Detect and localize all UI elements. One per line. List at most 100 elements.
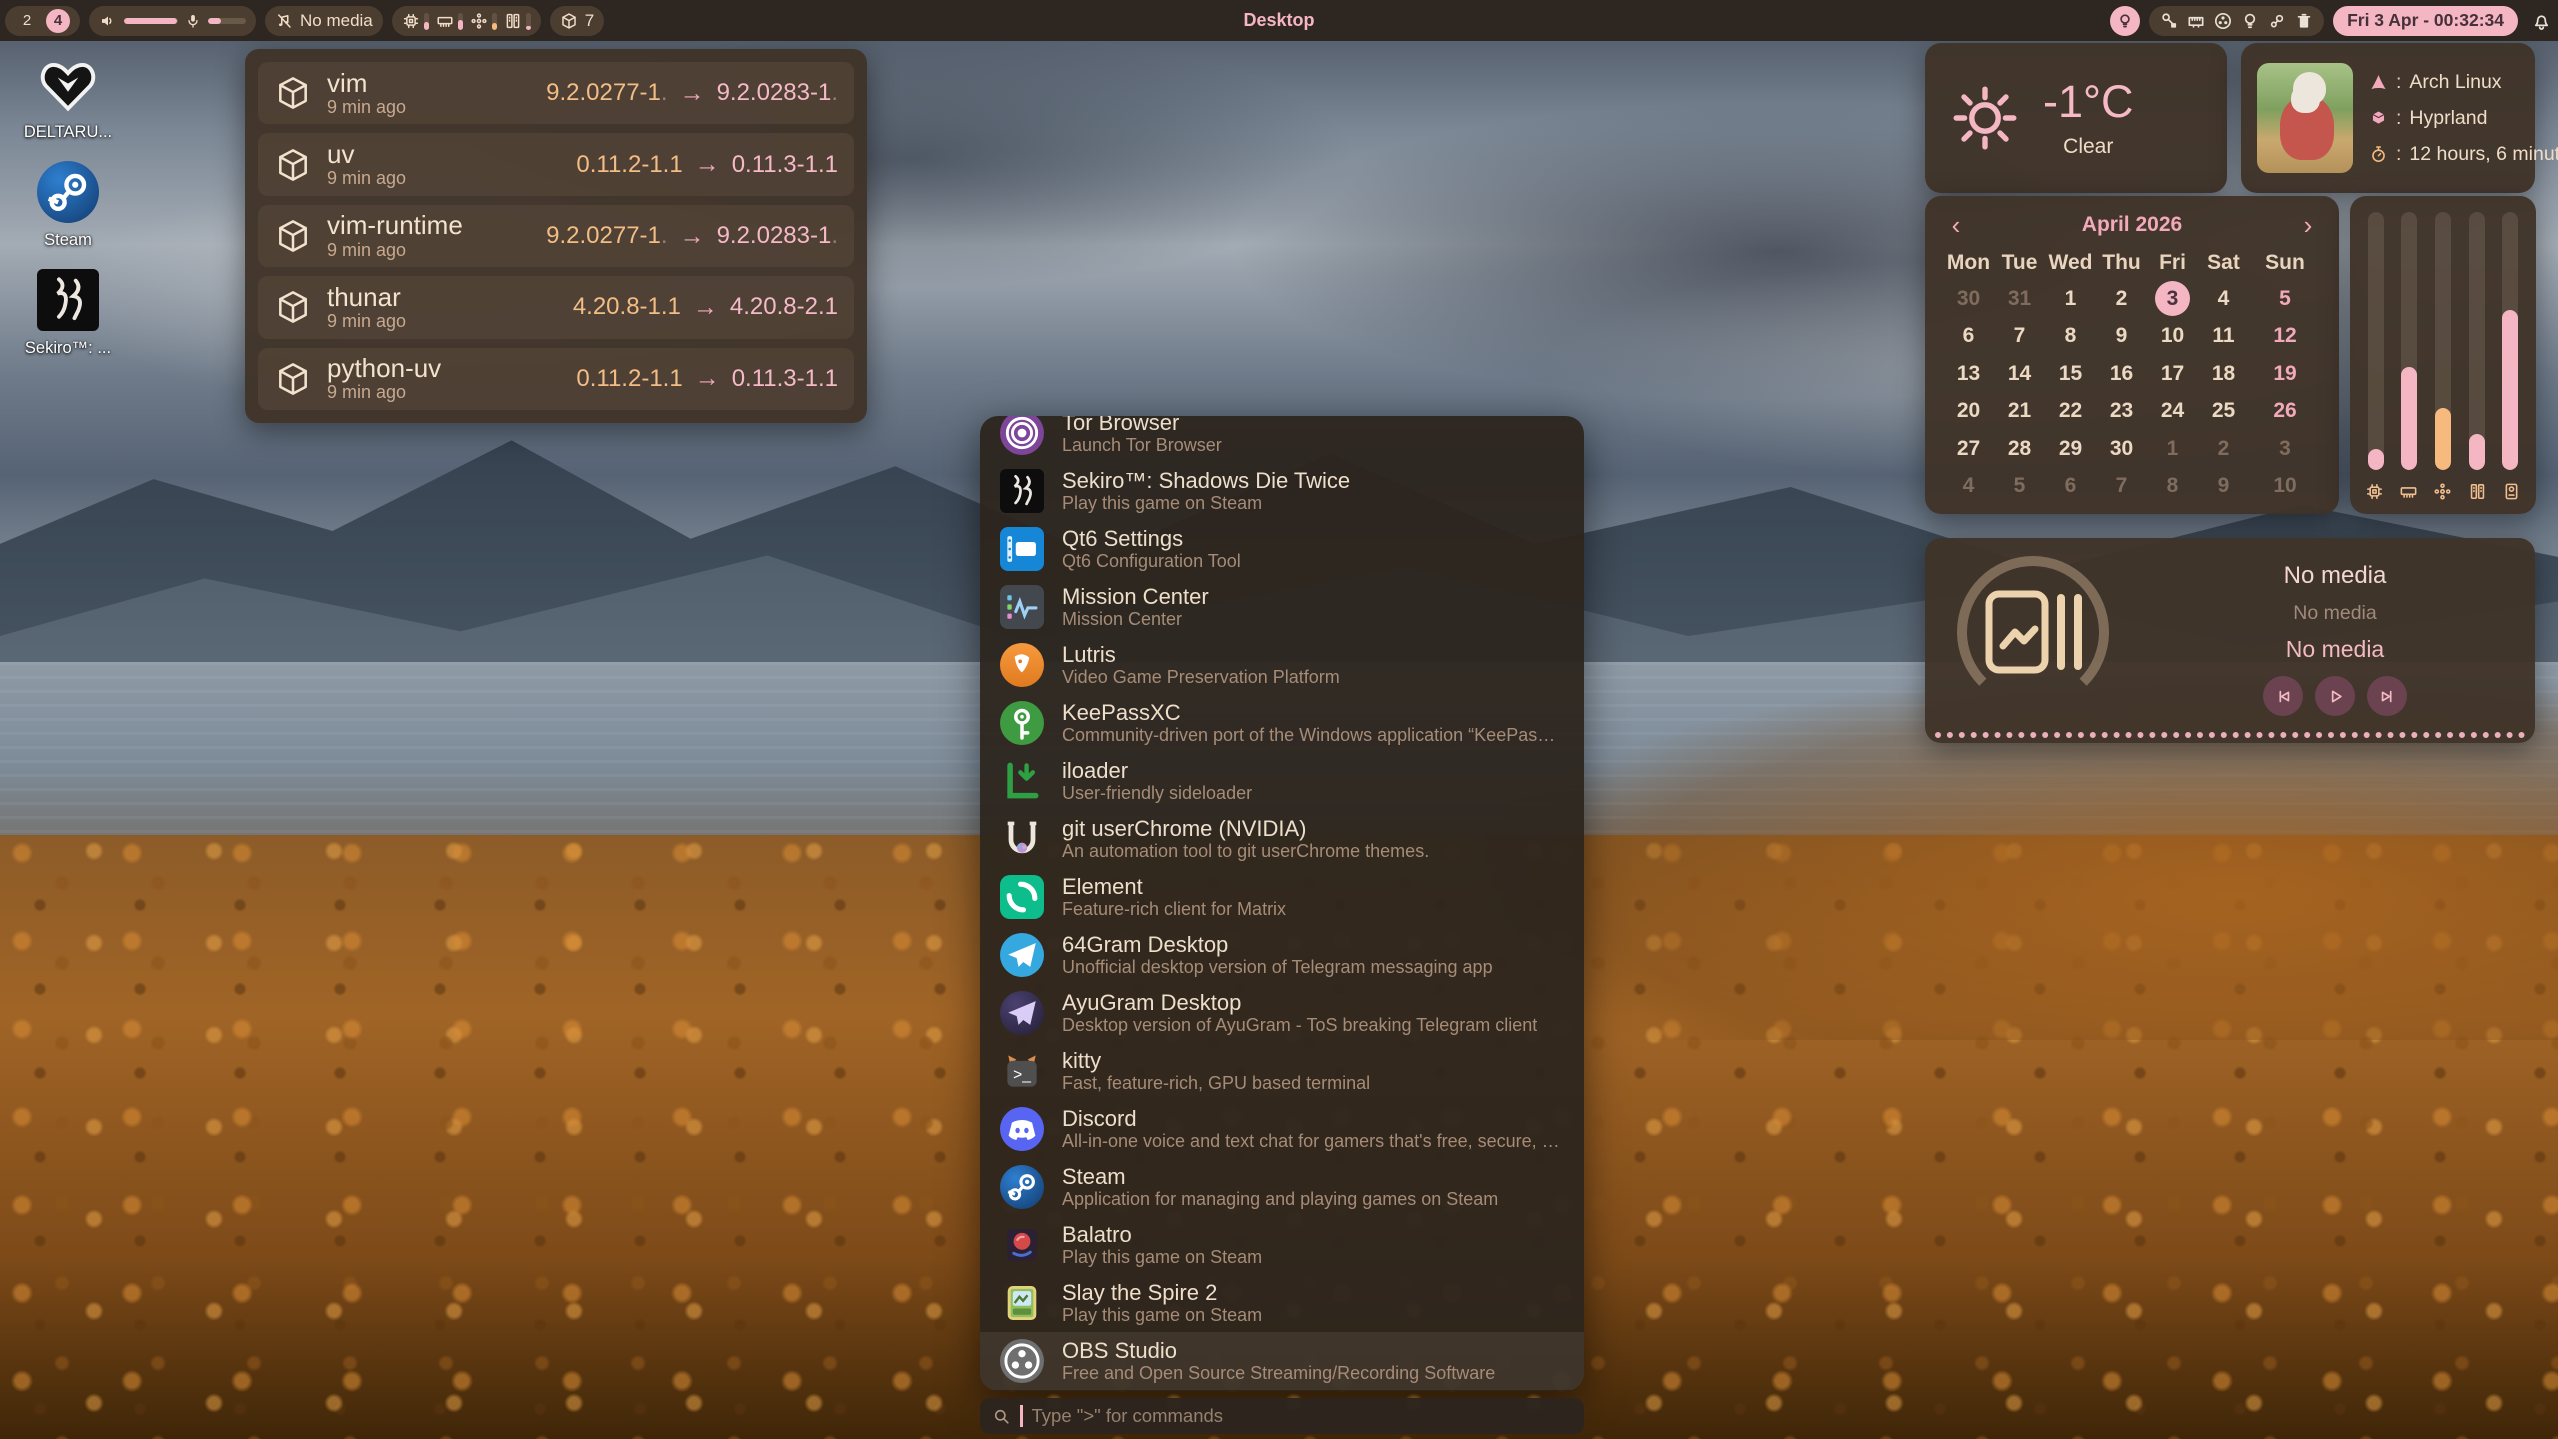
clock[interactable]: Fri 3 Apr - 00:32:34 xyxy=(2333,6,2518,36)
launcher-item-balatro[interactable]: BalatroPlay this game on Steam xyxy=(980,1216,1584,1274)
keepassxc-tray-icon[interactable] xyxy=(2159,11,2179,31)
launcher-item-element[interactable]: ElementFeature-rich client for Matrix xyxy=(980,868,1584,926)
calendar-date[interactable]: 6 xyxy=(1943,319,1994,353)
update-row-vim-runtime[interactable]: vim-runtime9 min ago9.2.0277-1.→9.2.0283… xyxy=(258,205,854,267)
calendar-date[interactable]: 4 xyxy=(1943,469,1994,503)
calendar-date[interactable]: 15 xyxy=(2045,357,2096,391)
launcher-item-mission-center[interactable]: Mission CenterMission Center xyxy=(980,578,1584,636)
launcher-item-lutris[interactable]: LutrisVideo Game Preservation Platform xyxy=(980,636,1584,694)
calendar-date[interactable]: 7 xyxy=(2096,469,2147,503)
desktop-icon-sekiro-[interactable]: Sekiro™: ... xyxy=(8,268,128,358)
launcher-item-kitty[interactable]: >_kittyFast, feature-rich, GPU based ter… xyxy=(980,1042,1584,1100)
calendar-date[interactable]: 2 xyxy=(2096,282,2147,316)
workspace-2[interactable]: 2 xyxy=(15,9,39,33)
workspaces-pill[interactable]: 24 xyxy=(5,6,80,36)
old-version: 9.2.0277-1 xyxy=(546,222,661,249)
calendar-date[interactable]: 2 xyxy=(2198,432,2249,466)
caffeine-toggle-button[interactable] xyxy=(2110,6,2140,36)
calendar-date[interactable]: 28 xyxy=(1994,432,2045,466)
launcher-item-git-userchrome-nvidia-[interactable]: git userChrome (NVIDIA)An automation too… xyxy=(980,810,1584,868)
updates-count: 7 xyxy=(585,11,594,31)
calendar-date[interactable]: 9 xyxy=(2198,469,2249,503)
mic-slider[interactable] xyxy=(208,18,246,24)
desktop-icon-deltaru-[interactable]: DELTARU... xyxy=(8,52,128,142)
calendar-date-selected[interactable]: 3 xyxy=(2147,282,2198,316)
launcher-item-obs-studio[interactable]: OBS StudioFree and Open Source Streaming… xyxy=(980,1332,1584,1390)
update-row-thunar[interactable]: thunar9 min ago4.20.8-1.1→4.20.8-2.1 xyxy=(258,276,854,338)
calendar-date[interactable]: 25 xyxy=(2198,394,2249,428)
calendar-date[interactable]: 19 xyxy=(2249,357,2321,391)
calendar-date[interactable]: 12 xyxy=(2249,319,2321,353)
trash-tray-icon[interactable] xyxy=(2294,11,2314,31)
calendar-date[interactable]: 27 xyxy=(1943,432,1994,466)
calendar-date[interactable]: 9 xyxy=(2096,319,2147,353)
kitty-app-icon: >_ xyxy=(1000,1049,1044,1093)
volume-slider[interactable] xyxy=(124,18,178,24)
new-version: 4.20.8-2.1 xyxy=(730,293,838,320)
calendar-date[interactable]: 5 xyxy=(1994,469,2045,503)
calendar-date[interactable]: 5 xyxy=(2249,282,2321,316)
launcher-item-discord[interactable]: DiscordAll-in-one voice and text chat fo… xyxy=(980,1100,1584,1158)
app-description: Qt6 Configuration Tool xyxy=(1062,551,1241,572)
system-stats-pill[interactable] xyxy=(392,6,541,36)
calendar-date[interactable]: 10 xyxy=(2147,319,2198,353)
calendar-date[interactable]: 11 xyxy=(2198,319,2249,353)
network-tray-icon[interactable] xyxy=(2186,11,2206,31)
calendar-date[interactable]: 21 xyxy=(1994,394,2045,428)
desktop-icon-steam[interactable]: Steam xyxy=(8,160,128,250)
calendar-date[interactable]: 8 xyxy=(2045,319,2096,353)
media-pill[interactable]: No media xyxy=(265,6,383,36)
calendar-date[interactable]: 3 xyxy=(2249,432,2321,466)
launcher-search-bar[interactable] xyxy=(980,1398,1584,1434)
calendar-date[interactable]: 26 xyxy=(2249,394,2321,428)
calendar-next-button[interactable]: › xyxy=(2295,212,2321,238)
calendar-date[interactable]: 6 xyxy=(2045,469,2096,503)
calendar-date[interactable]: 4 xyxy=(2198,282,2249,316)
media-play-button[interactable] xyxy=(2315,676,2355,716)
calendar-date[interactable]: 8 xyxy=(2147,469,2198,503)
volume-pill[interactable] xyxy=(89,6,256,36)
active-window-title: Desktop xyxy=(1243,10,1314,31)
calendar-date[interactable]: 30 xyxy=(1943,282,1994,316)
calendar-date[interactable]: 22 xyxy=(2045,394,2096,428)
calendar-date[interactable]: 7 xyxy=(1994,319,2045,353)
notifications-bell-icon[interactable] xyxy=(2531,10,2552,31)
steam-tray-icon[interactable] xyxy=(2267,11,2287,31)
launcher-item-sekiro-shadows-die-twice[interactable]: Sekiro™: Shadows Die TwicePlay this game… xyxy=(980,462,1584,520)
calendar-date[interactable]: 10 xyxy=(2249,469,2321,503)
calendar-date[interactable]: 18 xyxy=(2198,357,2249,391)
media-next-button[interactable] xyxy=(2367,676,2407,716)
calendar-date[interactable]: 13 xyxy=(1943,357,1994,391)
calendar-date[interactable]: 1 xyxy=(2147,432,2198,466)
calendar-date[interactable]: 17 xyxy=(2147,357,2198,391)
obs-tray-icon[interactable] xyxy=(2213,11,2233,31)
update-row-uv[interactable]: uv9 min ago0.11.2-1.1→0.11.3-1.1 xyxy=(258,133,854,195)
updates-pill[interactable]: 7 xyxy=(550,6,604,36)
calendar-prev-button[interactable]: ‹ xyxy=(1943,212,1969,238)
cpu-usage-bar xyxy=(2368,212,2384,470)
lightbulb-tray-icon[interactable] xyxy=(2240,11,2260,31)
launcher-item-keepassxc[interactable]: KeePassXCCommunity-driven port of the Wi… xyxy=(980,694,1584,752)
launcher-item-qt6-settings[interactable]: Qt6 SettingsQt6 Configuration Tool xyxy=(980,520,1584,578)
calendar-date[interactable]: 1 xyxy=(2045,282,2096,316)
calendar-date[interactable]: 30 xyxy=(2096,432,2147,466)
calendar-date[interactable]: 20 xyxy=(1943,394,1994,428)
search-input[interactable] xyxy=(1032,1405,1573,1427)
calendar-date[interactable]: 16 xyxy=(2096,357,2147,391)
launcher-item-slay-the-spire-2[interactable]: Slay the Spire 2Play this game on Steam xyxy=(980,1274,1584,1332)
launcher-item-ayugram-desktop[interactable]: AyuGram DesktopDesktop version of AyuGra… xyxy=(980,984,1584,1042)
launcher-item-64gram-desktop[interactable]: 64Gram DesktopUnofficial desktop version… xyxy=(980,926,1584,984)
launcher-item-tor-browser[interactable]: Tor BrowserLaunch Tor Browser xyxy=(980,416,1584,462)
launcher-item-steam[interactable]: SteamApplication for managing and playin… xyxy=(980,1158,1584,1216)
calendar-date[interactable]: 29 xyxy=(2045,432,2096,466)
launcher-item-iloader[interactable]: iloaderUser-friendly sideloader xyxy=(980,752,1584,810)
update-row-vim[interactable]: vim9 min ago9.2.0277-1.→9.2.0283-1. xyxy=(258,62,854,124)
gpu-usage-bar xyxy=(2435,212,2451,470)
update-row-python-uv[interactable]: python-uv9 min ago0.11.2-1.1→0.11.3-1.1 xyxy=(258,348,854,410)
calendar-date[interactable]: 31 xyxy=(1994,282,2045,316)
calendar-date[interactable]: 23 xyxy=(2096,394,2147,428)
calendar-date[interactable]: 14 xyxy=(1994,357,2045,391)
workspace-4-active[interactable]: 4 xyxy=(46,9,70,33)
calendar-date[interactable]: 24 xyxy=(2147,394,2198,428)
media-previous-button[interactable] xyxy=(2263,676,2303,716)
